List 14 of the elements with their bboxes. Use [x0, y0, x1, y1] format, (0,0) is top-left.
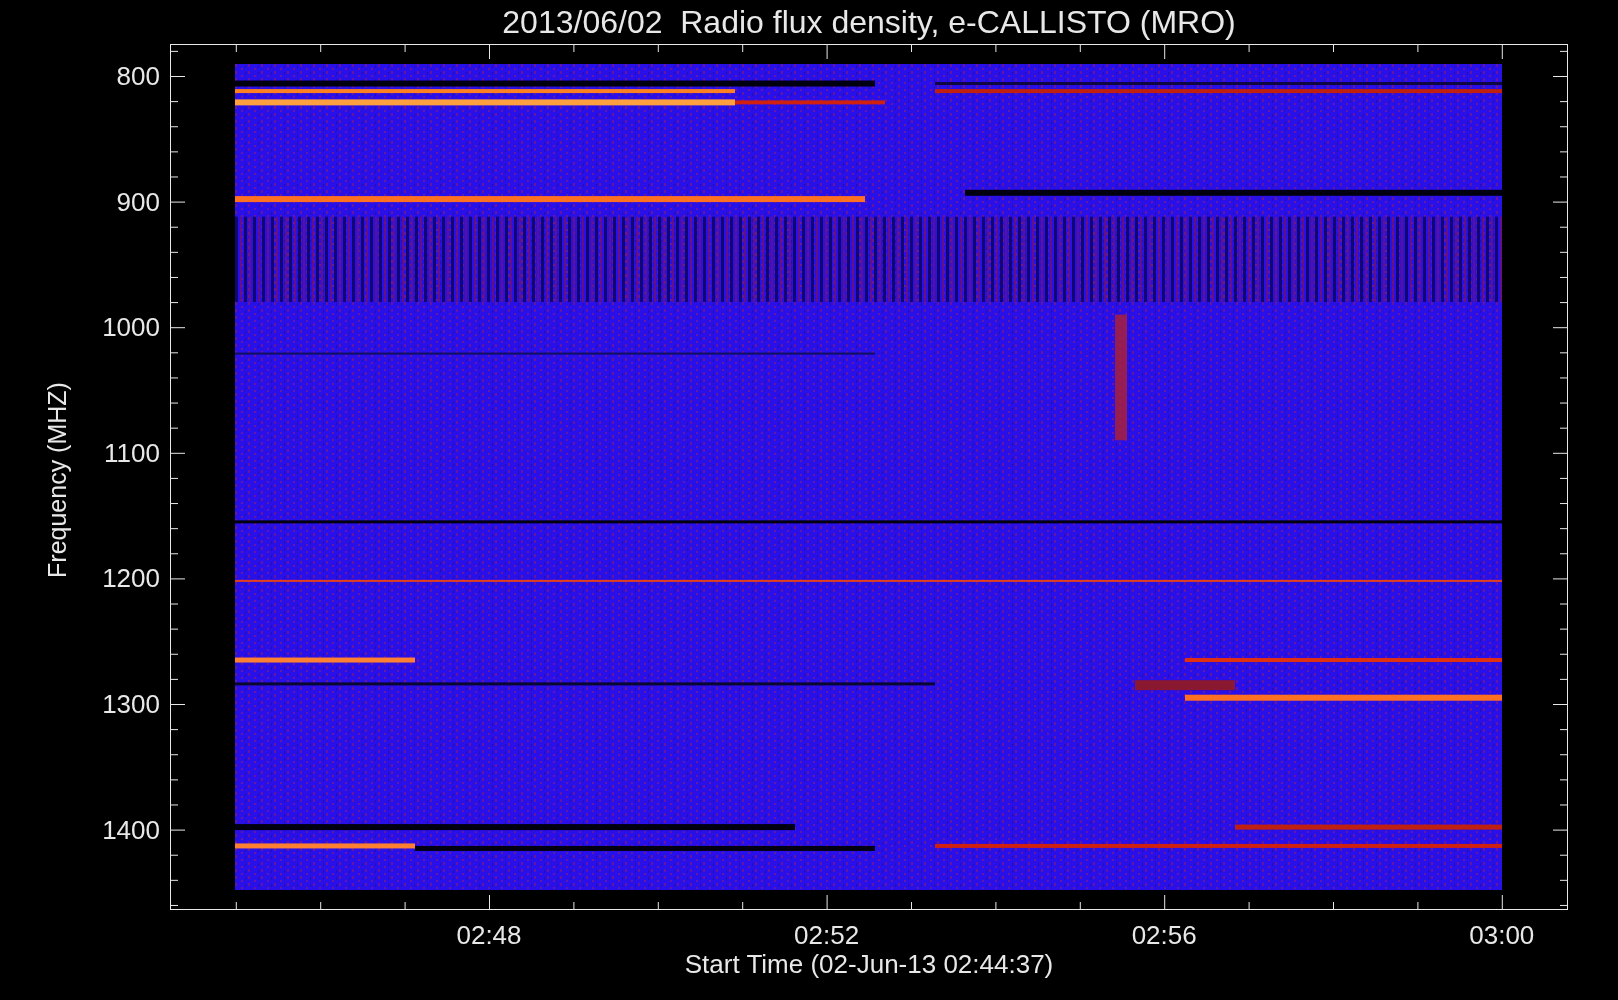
tick-label: 02:48 — [456, 922, 522, 948]
chart-title: 2013/06/02 Radio flux density, e-CALLISTO (MRO) — [502, 6, 1236, 38]
axis-title: Start Time (02-Jun-13 02:44:37) — [684, 951, 1054, 977]
tick-label: 03:00 — [1469, 922, 1535, 948]
axis-title: Frequency (MHZ) — [44, 382, 70, 578]
tick-label: 1300 — [102, 691, 160, 717]
tick-label: 800 — [116, 63, 160, 89]
tick-label: 1100 — [104, 439, 160, 466]
tick-label: 02:52 — [794, 922, 860, 948]
tick-label: 02:56 — [1131, 922, 1197, 948]
tick-label: 1000 — [102, 314, 160, 341]
tick-label: 900 — [116, 188, 160, 215]
tick-label: 1400 — [102, 816, 160, 843]
tick-label: 1200 — [102, 565, 160, 592]
